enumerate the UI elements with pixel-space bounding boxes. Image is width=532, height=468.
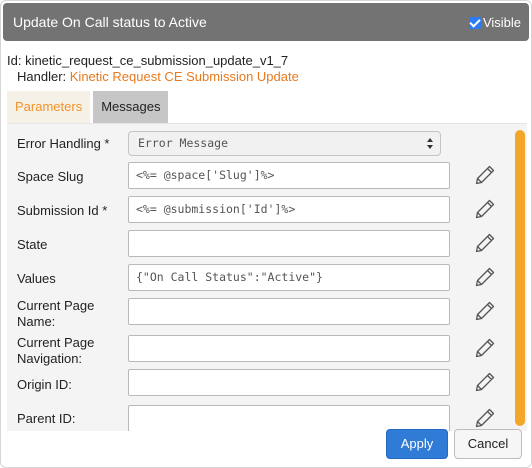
submission-id-field[interactable]: <%= @submission['Id']%> bbox=[128, 196, 450, 223]
current-page-navigation-field[interactable] bbox=[128, 335, 450, 362]
parameters-panel: Error Handling * Error Message Space Slu… bbox=[7, 123, 527, 431]
pencil-icon[interactable] bbox=[474, 164, 496, 186]
state-field[interactable] bbox=[128, 230, 450, 257]
param-row-space-slug: Space Slug <%= @space['Slug']%> bbox=[7, 162, 509, 196]
tab-parameters[interactable]: Parameters bbox=[7, 91, 91, 123]
param-label: Current Page Name: bbox=[17, 298, 95, 329]
task-node-dialog: Update On Call status to Active Visible … bbox=[0, 0, 532, 468]
param-label: Submission Id * bbox=[17, 203, 108, 218]
pencil-icon[interactable] bbox=[474, 407, 496, 429]
apply-button[interactable]: Apply bbox=[386, 429, 448, 459]
panel-scrollbar[interactable] bbox=[515, 130, 525, 426]
handler-line: Handler: Kinetic Request CE Submission U… bbox=[17, 69, 299, 84]
select-value: Error Message bbox=[138, 136, 229, 150]
current-page-name-field[interactable] bbox=[128, 298, 450, 325]
pencil-icon[interactable] bbox=[474, 371, 496, 393]
handler-name[interactable]: Kinetic Request CE Submission Update bbox=[70, 69, 299, 84]
handler-prefix: Handler: bbox=[17, 69, 67, 84]
origin-id-field[interactable] bbox=[128, 369, 450, 396]
param-label: Space Slug bbox=[17, 169, 84, 184]
cancel-button[interactable]: Cancel bbox=[454, 429, 522, 459]
node-id: Id: kinetic_request_ce_submission_update… bbox=[7, 53, 289, 68]
param-label: Values bbox=[17, 271, 56, 286]
space-slug-field[interactable]: <%= @space['Slug']%> bbox=[128, 162, 450, 189]
values-field[interactable]: {"On Call Status":"Active"} bbox=[128, 264, 450, 291]
visible-checkbox[interactable] bbox=[468, 16, 481, 29]
dialog-titlebar: Update On Call status to Active Visible bbox=[3, 3, 529, 41]
param-row-submission-id: Submission Id * <%= @submission['Id']%> bbox=[7, 196, 509, 230]
pencil-icon[interactable] bbox=[474, 337, 496, 359]
param-row-current-page-name: Current Page Name: bbox=[7, 298, 509, 332]
select-arrows-icon bbox=[427, 138, 433, 149]
param-row-values: Values {"On Call Status":"Active"} bbox=[7, 264, 509, 298]
param-row-origin-id: Origin ID: bbox=[7, 369, 509, 403]
pencil-icon[interactable] bbox=[474, 198, 496, 220]
param-row-current-page-navigation: Current Page Navigation: bbox=[7, 332, 509, 366]
param-label: Error Handling * bbox=[17, 136, 110, 151]
pencil-icon[interactable] bbox=[474, 232, 496, 254]
param-label: Current Page Navigation: bbox=[17, 335, 95, 366]
tab-messages[interactable]: Messages bbox=[93, 91, 169, 123]
pencil-icon[interactable] bbox=[474, 300, 496, 322]
param-row-error-handling: Error Handling * Error Message bbox=[7, 124, 509, 158]
visible-toggle[interactable]: Visible bbox=[468, 15, 521, 30]
param-label: Parent ID: bbox=[17, 411, 76, 426]
visible-label: Visible bbox=[482, 15, 521, 30]
tab-bar: Parameters Messages bbox=[7, 91, 171, 123]
param-label: Origin ID: bbox=[17, 377, 72, 392]
dialog-title: Update On Call status to Active bbox=[13, 14, 207, 30]
error-handling-select[interactable]: Error Message bbox=[128, 131, 441, 156]
param-label: State bbox=[17, 237, 48, 252]
parent-id-field[interactable] bbox=[128, 405, 450, 431]
param-row-state: State bbox=[7, 230, 509, 264]
param-row-parent-id: Parent ID: bbox=[7, 403, 509, 431]
pencil-icon[interactable] bbox=[474, 266, 496, 288]
